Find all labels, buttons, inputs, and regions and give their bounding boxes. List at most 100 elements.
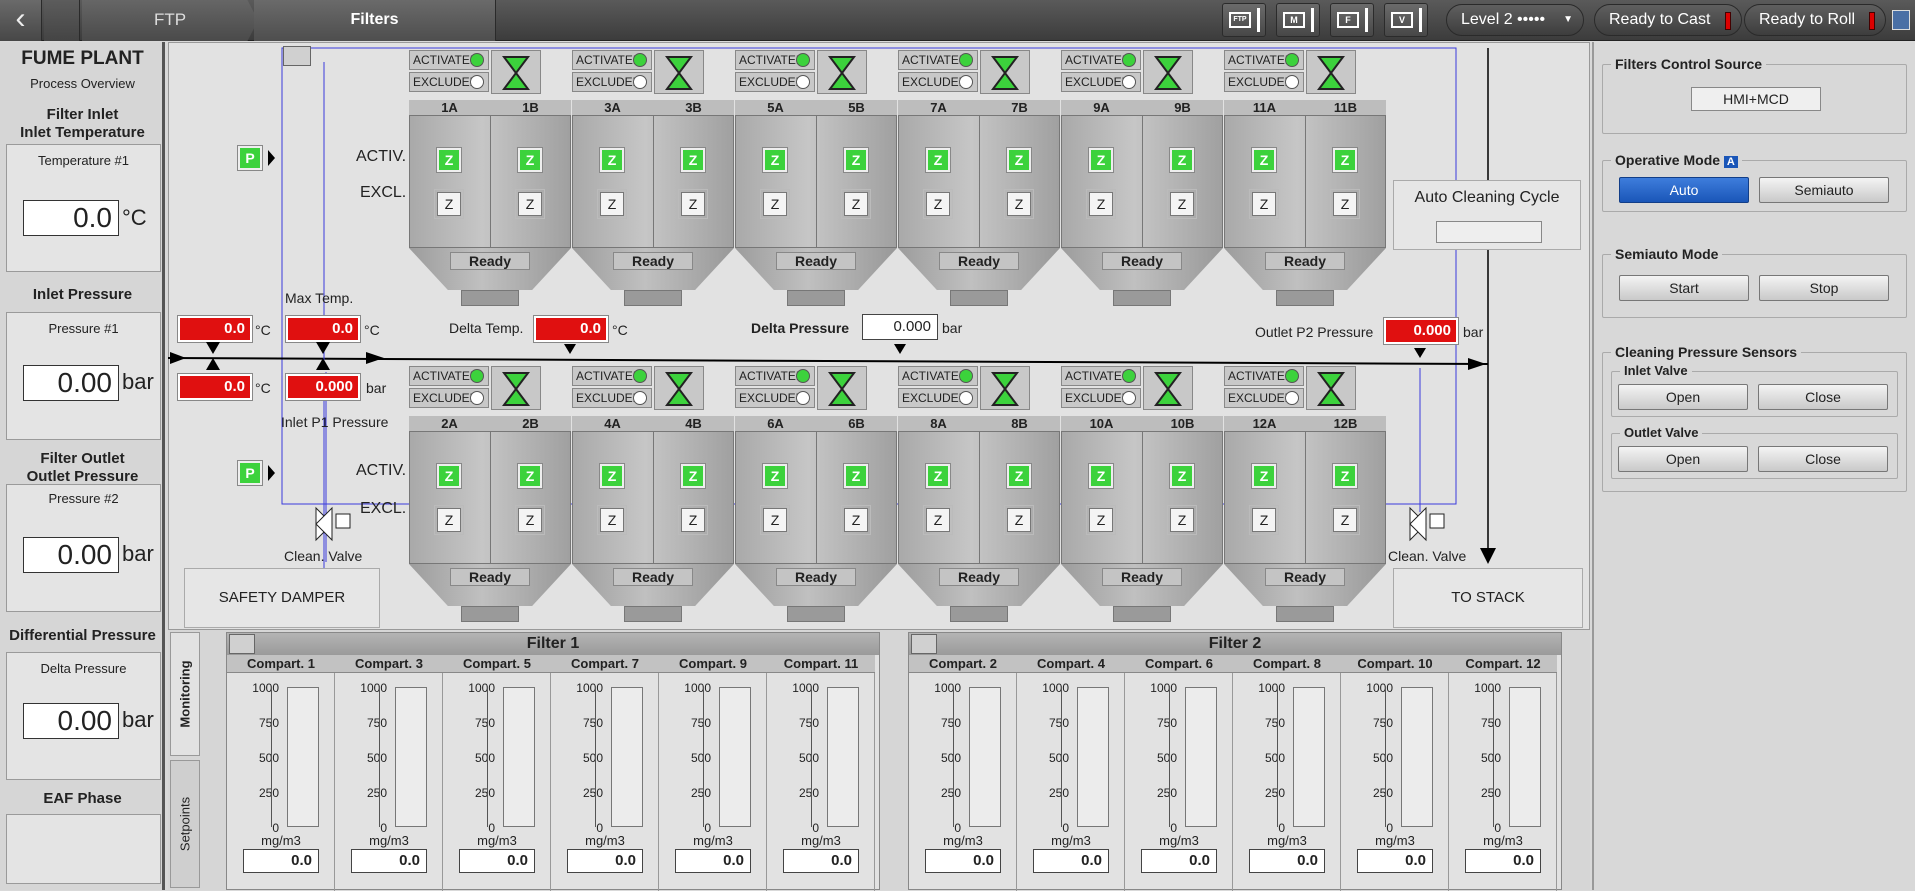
activate-z-button[interactable]: Z — [517, 147, 543, 173]
semiauto-mode-button[interactable]: Semiauto — [1759, 177, 1889, 203]
exclude-z-button[interactable]: Z — [760, 505, 790, 535]
exclude-z-button[interactable]: Z — [434, 189, 464, 219]
exclude-z-button[interactable]: Z — [597, 505, 627, 535]
auto-mode-button[interactable]: Auto — [1619, 177, 1749, 203]
activate-z-button[interactable]: Z — [925, 147, 951, 173]
ftp-tool-button[interactable]: FTP — [1222, 3, 1266, 37]
activate-z-button[interactable]: Z — [1006, 463, 1032, 489]
activ-label-top: ACTIV. — [356, 148, 407, 165]
exclude-z-button[interactable]: Z — [841, 505, 871, 535]
p-button-bottom[interactable]: P — [237, 460, 263, 486]
start-button[interactable]: Start — [1619, 275, 1749, 301]
top-activated-indicator — [1285, 53, 1299, 67]
exclude-z-button[interactable]: Z — [678, 189, 708, 219]
trend-icon[interactable] — [283, 46, 311, 66]
exclude-z-button[interactable]: Z — [678, 505, 708, 535]
bottom-activated-label: ACTIVATED — [902, 369, 968, 383]
bottom-excluded-row: EXCLUDED — [898, 388, 978, 408]
activate-z-button[interactable]: Z — [843, 147, 869, 173]
bottom-status-panel: ACTIVATED EXCLUDED — [409, 366, 489, 410]
activate-z-button[interactable]: Z — [517, 463, 543, 489]
top-hourglass[interactable] — [654, 50, 704, 94]
activate-z-button[interactable]: Z — [599, 463, 625, 489]
exclude-z-button[interactable]: Z — [1004, 189, 1034, 219]
top-hourglass[interactable] — [1306, 50, 1356, 94]
stop-button[interactable]: Stop — [1759, 275, 1889, 301]
hopper-status: Ready — [613, 252, 693, 270]
ready-to-cast-button[interactable]: Ready to Cast — [1594, 4, 1742, 36]
activate-z-button[interactable]: Z — [1251, 147, 1277, 173]
exclude-z-button[interactable]: Z — [1167, 505, 1197, 535]
breadcrumb-home[interactable] — [44, 0, 80, 41]
activate-z-button[interactable]: Z — [762, 463, 788, 489]
trend-icon[interactable] — [911, 634, 937, 654]
back-button[interactable]: ‹ — [0, 0, 42, 41]
exclude-z-button[interactable]: Z — [434, 505, 464, 535]
exclude-z-button[interactable]: Z — [923, 189, 953, 219]
breadcrumb-ftp[interactable]: FTP — [82, 0, 258, 41]
hopper-status: Ready — [939, 252, 1019, 270]
exclude-z-button[interactable]: Z — [1330, 189, 1360, 219]
activate-z-button[interactable]: Z — [925, 463, 951, 489]
activate-z-button[interactable]: Z — [680, 147, 706, 173]
activate-z-button[interactable]: Z — [1169, 147, 1195, 173]
v-tool-button[interactable]: V — [1384, 3, 1428, 37]
tab-setpoints[interactable]: Setpoints — [170, 760, 200, 888]
activate-z-button[interactable]: Z — [680, 463, 706, 489]
top-hourglass[interactable] — [1143, 50, 1193, 94]
inlet-valve-close-button[interactable]: Close — [1758, 384, 1888, 410]
activate-z-button[interactable]: Z — [1332, 463, 1358, 489]
activate-z-button[interactable]: Z — [1332, 147, 1358, 173]
exclude-z-button[interactable]: Z — [1086, 505, 1116, 535]
top-hourglass[interactable] — [491, 50, 541, 94]
inlet-valve-open-button[interactable]: Open — [1618, 384, 1748, 410]
m-tool-button[interactable]: M — [1276, 3, 1320, 37]
inlet-clean-valve[interactable] — [312, 504, 352, 544]
activate-z-button[interactable]: Z — [1088, 147, 1114, 173]
bottom-hourglass[interactable] — [980, 366, 1030, 410]
exclude-z-button[interactable]: Z — [515, 505, 545, 535]
bottom-hourglass[interactable] — [1143, 366, 1193, 410]
activate-z-button[interactable]: Z — [843, 463, 869, 489]
exclude-z-button[interactable]: Z — [597, 189, 627, 219]
exclude-z-button[interactable]: Z — [760, 189, 790, 219]
safety-damper[interactable]: SAFETY DAMPER — [184, 568, 380, 628]
activate-z-button[interactable]: Z — [762, 147, 788, 173]
level-dropdown[interactable]: Level 2 ••••• ▼ — [1446, 4, 1584, 36]
exclude-z-button[interactable]: Z — [515, 189, 545, 219]
exclude-z-button[interactable]: Z — [1004, 505, 1034, 535]
bottom-hourglass[interactable] — [817, 366, 867, 410]
exclude-z-button[interactable]: Z — [1086, 189, 1116, 219]
bottom-activated-label: ACTIVATED — [1065, 369, 1131, 383]
trend-icon[interactable] — [229, 634, 255, 654]
outlet-valve-open-button[interactable]: Open — [1618, 446, 1748, 472]
chart-icon[interactable] — [1892, 10, 1910, 30]
bottom-hourglass[interactable] — [491, 366, 541, 410]
p-button-top[interactable]: P — [237, 145, 263, 171]
activate-z-button[interactable]: Z — [1088, 463, 1114, 489]
top-hourglass[interactable] — [817, 50, 867, 94]
compartment-label: 3A — [572, 100, 653, 116]
activate-z-button[interactable]: Z — [1006, 147, 1032, 173]
top-hourglass[interactable] — [980, 50, 1030, 94]
outlet-clean-valve[interactable] — [1406, 504, 1446, 544]
bottom-hourglass[interactable] — [654, 366, 704, 410]
tab-monitoring[interactable]: Monitoring — [170, 632, 200, 756]
exclude-z-button[interactable]: Z — [1167, 189, 1197, 219]
wrench-icon — [1419, 8, 1422, 32]
exclude-z-button[interactable]: Z — [1249, 189, 1279, 219]
bottom-hourglass[interactable] — [1306, 366, 1356, 410]
exclude-z-button[interactable]: Z — [1330, 505, 1360, 535]
ready-to-roll-button[interactable]: Ready to Roll — [1744, 4, 1886, 36]
exclude-z-button[interactable]: Z — [923, 505, 953, 535]
activate-z-button[interactable]: Z — [1169, 463, 1195, 489]
exclude-z-button[interactable]: Z — [1249, 505, 1279, 535]
exclude-z-button[interactable]: Z — [841, 189, 871, 219]
activate-z-button[interactable]: Z — [436, 147, 462, 173]
activate-z-button[interactable]: Z — [436, 463, 462, 489]
activate-z-button[interactable]: Z — [599, 147, 625, 173]
activate-z-button[interactable]: Z — [1251, 463, 1277, 489]
outlet-valve-close-button[interactable]: Close — [1758, 446, 1888, 472]
f-tool-button[interactable]: F — [1330, 3, 1374, 37]
gauge-unit: mg/m3 — [943, 833, 983, 848]
